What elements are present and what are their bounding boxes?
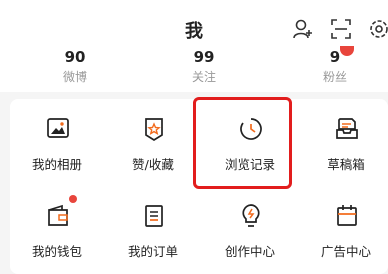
grid-item-creator[interactable]: 创作中心 [203, 186, 297, 264]
photo-album-icon [47, 118, 69, 138]
stat-label: 微博 [62, 70, 87, 84]
wallet-icon [48, 204, 68, 226]
wallet-notification-dot [69, 195, 77, 203]
stat-weibo[interactable]: 90 微博 [35, 46, 115, 86]
order-list-icon [145, 205, 163, 227]
stats-row: 90 微博 99 关注 9 粉丝 [0, 46, 388, 90]
grid-item-label: 草稿箱 [327, 157, 365, 172]
creator-bulb-icon [242, 204, 260, 227]
stat-label: 关注 [191, 70, 216, 84]
grid-item-label: 广告中心 [320, 244, 371, 259]
grid-item-wallet[interactable]: 我的钱包 [10, 186, 104, 264]
grid-item-likes[interactable]: 赞/收藏 [106, 99, 200, 177]
grid-item-drafts[interactable]: 草稿箱 [299, 99, 388, 177]
settings-icon[interactable] [368, 18, 388, 40]
ad-calendar-icon [337, 205, 357, 226]
stat-following[interactable]: 99 关注 [164, 46, 244, 86]
grid-item-ads[interactable]: 广告中心 [299, 186, 388, 264]
grid-item-label: 我的订单 [127, 244, 178, 259]
grid-item-orders[interactable]: 我的订单 [106, 186, 200, 264]
history-highlight-box [193, 97, 292, 189]
stat-followers[interactable]: 9 粉丝 [295, 46, 375, 86]
grid-item-label: 赞/收藏 [132, 157, 174, 172]
grid-item-label: 创作中心 [224, 244, 275, 259]
grid-item-label: 我的钱包 [31, 244, 82, 259]
stat-label: 粉丝 [322, 70, 347, 84]
grid-item-album[interactable]: 我的相册 [10, 99, 104, 177]
drafts-tray-icon [336, 118, 358, 139]
grid-item-label: 我的相册 [31, 157, 82, 172]
stat-value: 9 [329, 48, 341, 66]
star-badge-icon [145, 118, 163, 142]
stat-value: 90 [64, 48, 86, 66]
add-user-icon[interactable] [292, 18, 314, 40]
stat-value: 99 [193, 48, 215, 66]
scan-icon[interactable] [330, 18, 352, 40]
